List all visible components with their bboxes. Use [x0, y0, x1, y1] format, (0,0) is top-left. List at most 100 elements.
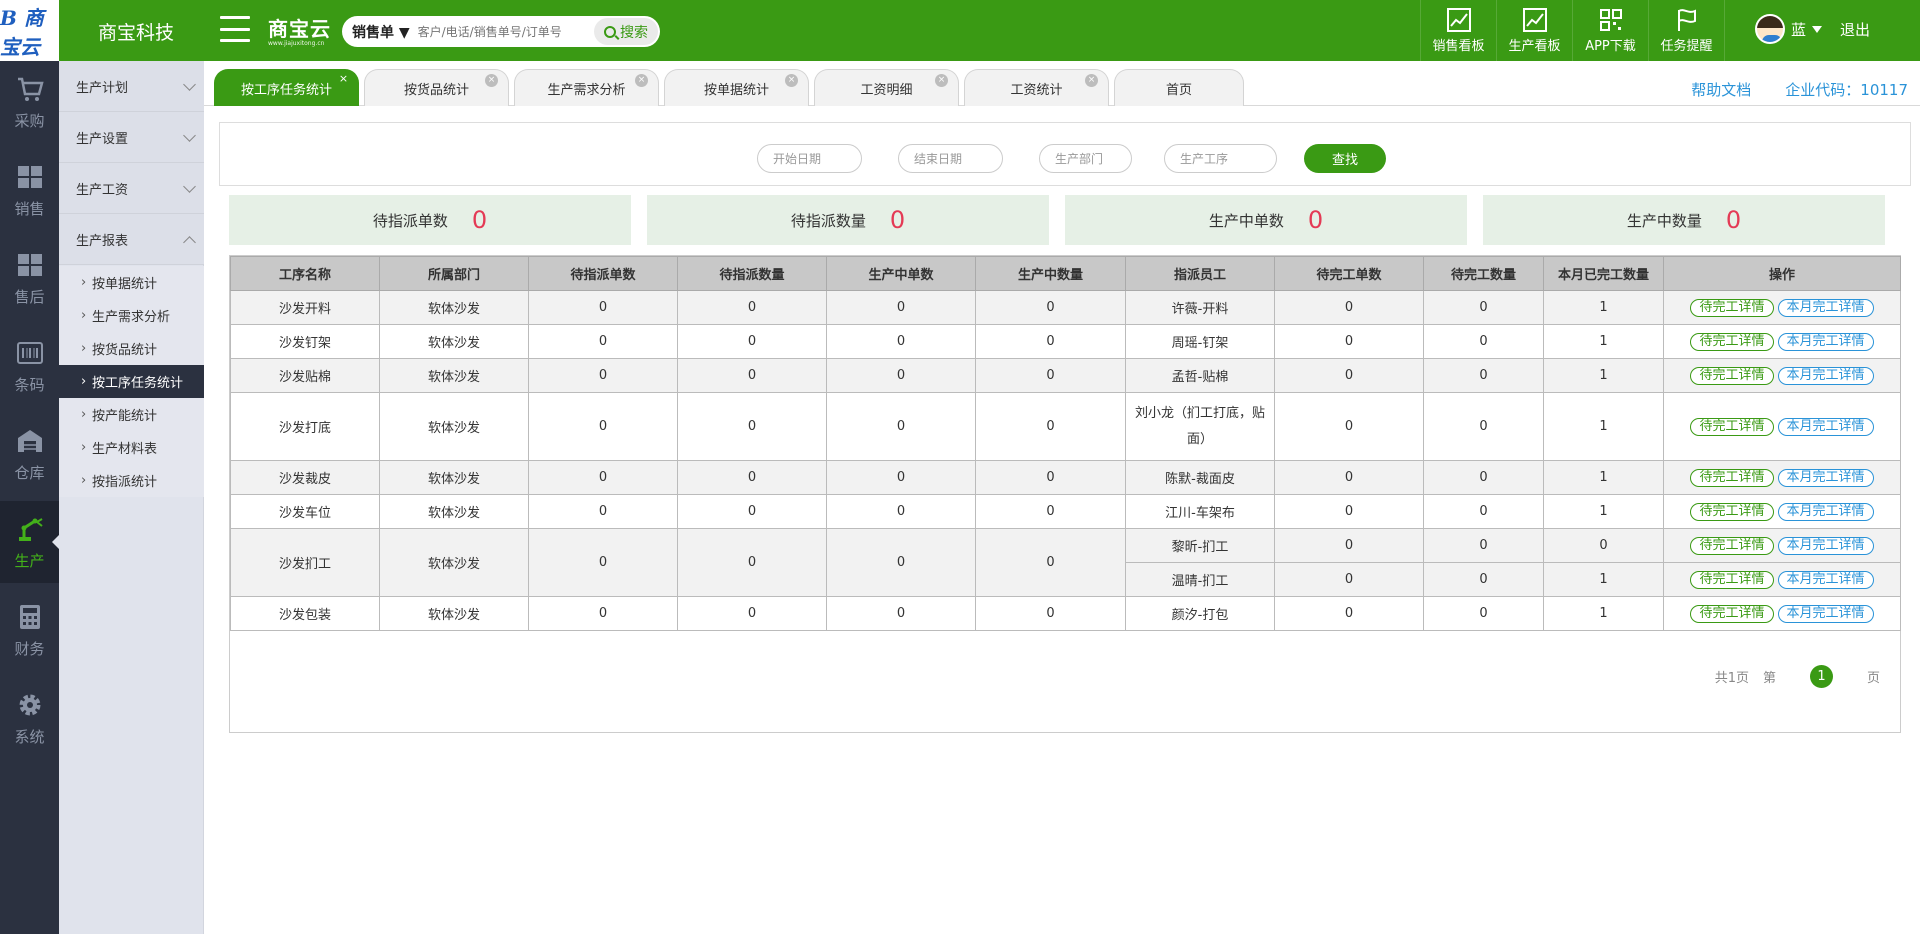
cell-process-name: 沙发贴棉	[230, 358, 380, 393]
summary-card-pending-orders: 待指派单数 0	[229, 195, 631, 245]
month-finished-detail-button[interactable]: 本月完工详情	[1777, 298, 1874, 317]
submenu-group-settings[interactable]: 生产设置	[59, 112, 204, 163]
find-button[interactable]: 查找	[1304, 144, 1386, 173]
search-type-select[interactable]: 销售单 ▼	[342, 22, 418, 42]
module-production[interactable]: 生产	[0, 501, 59, 583]
submenu-group-reports[interactable]: 生产报表	[59, 214, 204, 265]
pending-detail-button[interactable]: 待完工详情	[1690, 536, 1774, 555]
pending-detail-button[interactable]: 待完工详情	[1690, 604, 1774, 623]
close-icon[interactable]: ×	[337, 72, 350, 85]
close-icon[interactable]: ×	[635, 74, 648, 87]
nav-sales-board[interactable]: 销售看板	[1420, 0, 1496, 61]
col-header: 生产中数量	[975, 256, 1126, 291]
submenu-group-plan[interactable]: 生产计划	[59, 61, 204, 112]
pending-detail-button[interactable]: 待完工详情	[1690, 366, 1774, 385]
page-current[interactable]: 1	[1809, 665, 1833, 688]
tab-home[interactable]: 首页	[1114, 69, 1244, 106]
nav-app-download[interactable]: APP下载	[1572, 0, 1648, 61]
close-icon[interactable]: ×	[485, 74, 498, 87]
pending-detail-button[interactable]: 待完工详情	[1690, 298, 1774, 317]
barcode-icon	[16, 341, 43, 364]
month-finished-detail-button[interactable]: 本月完工详情	[1777, 502, 1874, 521]
submenu-item-demand-analysis[interactable]: 生产需求分析	[59, 299, 204, 332]
module-after-sales[interactable]: 售后	[0, 237, 59, 319]
chevron-up-icon	[183, 236, 196, 249]
module-finance[interactable]: 财务	[0, 589, 59, 671]
pending-detail-button[interactable]: 待完工详情	[1690, 468, 1774, 487]
module-system[interactable]: 系统	[0, 677, 59, 759]
cell-in-production-qty: 0	[975, 460, 1126, 495]
cell-to-finish-orders: 0	[1274, 290, 1424, 325]
cell-to-finish-orders: 0	[1274, 392, 1424, 461]
end-date-input[interactable]: 结束日期	[898, 144, 1003, 173]
cell-operations: 待完工详情 本月完工详情	[1663, 392, 1901, 461]
help-docs-link[interactable]: 帮助文档	[1691, 79, 1751, 100]
pending-detail-button[interactable]: 待完工详情	[1690, 332, 1774, 351]
col-header: 本月已完工数量	[1543, 256, 1664, 291]
submenu-group-wages[interactable]: 生产工资	[59, 163, 204, 214]
cell-to-finish-orders: 0	[1274, 596, 1424, 631]
cell-operations: 待完工详情 本月完工详情	[1663, 290, 1901, 325]
month-finished-detail-button[interactable]: 本月完工详情	[1777, 366, 1874, 385]
cell-in-production-qty: 0	[975, 596, 1126, 631]
nav-task-reminder[interactable]: 任务提醒	[1648, 0, 1724, 61]
tab-wage-detail[interactable]: 工资明细 ×	[814, 69, 959, 106]
menu-toggle-icon[interactable]	[220, 16, 250, 42]
month-finished-detail-button[interactable]: 本月完工详情	[1777, 570, 1874, 589]
tab-by-goods[interactable]: 按货品统计 ×	[364, 69, 509, 106]
month-finished-detail-button[interactable]: 本月完工详情	[1777, 417, 1874, 436]
submenu-item-material-list[interactable]: 生产材料表	[59, 431, 204, 464]
tab-demand-analysis[interactable]: 生产需求分析 ×	[514, 69, 659, 106]
cell-in-production-qty: 0	[975, 290, 1126, 325]
submenu-item-by-assignment[interactable]: 按指派统计	[59, 464, 204, 497]
tab-wage-stats[interactable]: 工资统计 ×	[964, 69, 1109, 106]
module-sales[interactable]: 销售	[0, 149, 59, 231]
cloud-logo: 商宝云 www.jiajuxitong.cn	[268, 13, 331, 47]
close-icon[interactable]: ×	[935, 74, 948, 87]
user-menu[interactable]: 蓝 退出	[1755, 14, 1870, 44]
cell-pending-qty: 0	[677, 392, 827, 461]
cell-to-finish-orders: 0	[1274, 494, 1424, 529]
tab-by-document[interactable]: 按单据统计 ×	[664, 69, 809, 106]
company-logo[interactable]: B 商宝云	[0, 0, 59, 61]
submenu-item-by-process-task[interactable]: 按工序任务统计	[59, 365, 204, 398]
search-button[interactable]: 搜索	[594, 18, 658, 45]
department-select[interactable]: 生产部门	[1039, 144, 1132, 173]
pending-detail-button[interactable]: 待完工详情	[1690, 417, 1774, 436]
module-sidebar: 采购 销售 售后 条码 仓库 生产 财务 系统	[0, 61, 59, 934]
cell-pending-qty: 0	[677, 494, 827, 529]
cell-to-finish-qty: 0	[1423, 596, 1544, 631]
module-warehouse[interactable]: 仓库	[0, 413, 59, 495]
logout-link[interactable]: 退出	[1840, 19, 1870, 40]
cell-in-production-qty: 0	[975, 324, 1126, 359]
cell-process-name: 沙发车位	[230, 494, 380, 529]
month-finished-detail-button[interactable]: 本月完工详情	[1777, 468, 1874, 487]
process-select[interactable]: 生产工序	[1164, 144, 1277, 173]
start-date-input[interactable]: 开始日期	[757, 144, 862, 173]
cell-process-name: 沙发包装	[230, 596, 380, 631]
close-icon[interactable]: ×	[785, 74, 798, 87]
table-row: 沙发打底 软体沙发 0 0 0 0 刘小龙（扪工打底，贴面） 0 0 1 待完工详情 本月完工详情	[230, 392, 1901, 461]
search-input[interactable]	[417, 24, 588, 39]
submenu-item-by-document[interactable]: 按单据统计	[59, 266, 204, 299]
boxes-icon	[17, 165, 42, 188]
cell-assigned-staff: 许薇-开料	[1125, 290, 1275, 325]
close-icon[interactable]: ×	[1085, 74, 1098, 87]
pending-detail-button[interactable]: 待完工详情	[1690, 502, 1774, 521]
cell-pending-orders: 0	[528, 494, 678, 529]
cell-month-finished-qty: 1	[1543, 562, 1664, 597]
pagination: 共1页 第 1 页	[1715, 665, 1880, 688]
submenu-item-by-capacity[interactable]: 按产能统计	[59, 398, 204, 431]
month-finished-detail-button[interactable]: 本月完工详情	[1777, 604, 1874, 623]
tab-by-process-task[interactable]: 按工序任务统计 ×	[214, 69, 359, 106]
tab-bar: 按工序任务统计 × 按货品统计 × 生产需求分析 × 按单据统计 × 工资明细 × 工资统…	[204, 61, 1920, 106]
cell-pending-orders: 0	[528, 358, 678, 393]
submenu-item-by-goods[interactable]: 按货品统计	[59, 332, 204, 365]
pending-detail-button[interactable]: 待完工详情	[1690, 570, 1774, 589]
nav-production-board[interactable]: 生产看板	[1496, 0, 1572, 61]
module-purchase[interactable]: 采购	[0, 61, 59, 143]
module-barcode[interactable]: 条码	[0, 325, 59, 407]
month-finished-detail-button[interactable]: 本月完工详情	[1777, 536, 1874, 555]
cell-to-finish-orders: 0	[1274, 562, 1424, 597]
month-finished-detail-button[interactable]: 本月完工详情	[1777, 332, 1874, 351]
